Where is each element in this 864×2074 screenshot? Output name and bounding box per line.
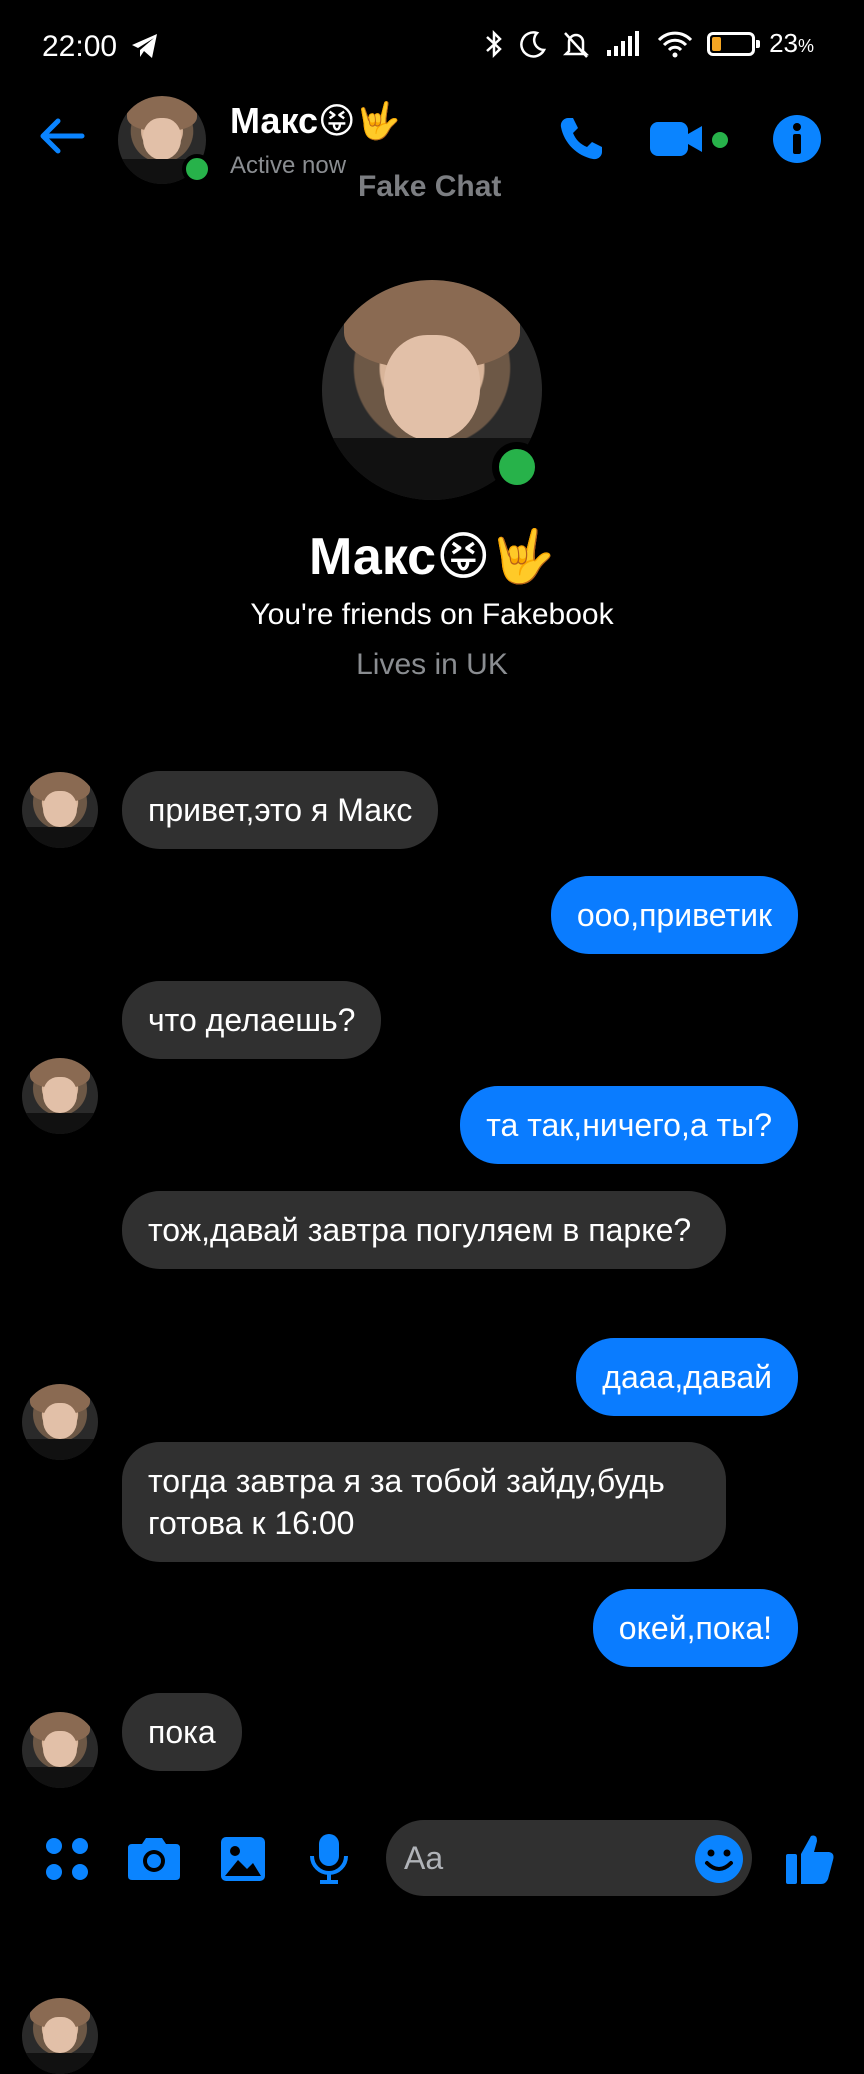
profile-friends-text: You're friends on Fakebook (250, 598, 614, 631)
video-call-icon[interactable] (648, 116, 708, 167)
message-bubble-outgoing[interactable]: ооо,приветик (550, 876, 798, 954)
battery-percent: 23 (769, 28, 798, 58)
header-contact-name[interactable]: Макс😝🤟 (230, 100, 400, 142)
bell-off-icon (563, 31, 590, 58)
online-indicator (182, 154, 212, 184)
video-online-dot (712, 132, 728, 148)
battery-icon (707, 31, 761, 56)
message-avatar (22, 1998, 98, 2074)
profile-avatar[interactable] (322, 280, 542, 500)
status-icons: 23% (483, 28, 814, 59)
moon-icon (520, 30, 547, 58)
message-bubble-incoming[interactable]: привет,это я Макс (122, 771, 439, 849)
microphone-icon[interactable] (308, 1832, 350, 1891)
message-avatar (22, 1058, 98, 1134)
phone-icon[interactable] (556, 114, 606, 169)
profile-name: Макс😝🤟 (308, 528, 556, 586)
message-bubble-incoming[interactable]: что делаешь? (122, 981, 382, 1059)
like-icon[interactable] (784, 1832, 836, 1891)
message-bubble-outgoing[interactable]: дааа,давай (576, 1338, 798, 1416)
message-bubble-incoming[interactable]: тогда завтра я за тобой зайду,будь готов… (122, 1442, 726, 1562)
telegram-icon (130, 32, 160, 65)
message-avatar (22, 1712, 98, 1788)
watermark: Fake Chat (358, 170, 502, 203)
back-arrow-icon[interactable] (36, 110, 88, 162)
apps-grid-icon[interactable] (44, 1836, 90, 1887)
bluetooth-icon (486, 29, 502, 58)
emoji-icon[interactable] (694, 1834, 744, 1889)
message-bubble-outgoing[interactable]: окей,пока! (592, 1589, 798, 1667)
header-avatar[interactable] (118, 96, 212, 184)
message-bubble-outgoing[interactable]: та так,ничего,а ты? (460, 1086, 798, 1164)
status-time: 22:00 (42, 30, 118, 63)
info-icon[interactable] (772, 114, 822, 169)
message-avatar (22, 1384, 98, 1460)
profile-online-indicator (492, 442, 542, 492)
profile-lives-text: Lives in UK (356, 648, 508, 681)
battery-percent-symbol: % (797, 36, 814, 56)
message-avatar (22, 772, 98, 848)
camera-icon[interactable] (126, 1834, 182, 1887)
header-active-status: Active now (230, 152, 347, 179)
message-bubble-incoming[interactable]: пока (122, 1693, 242, 1771)
wifi-icon (657, 31, 693, 57)
message-input-placeholder: Aa (404, 1840, 444, 1876)
message-bubble-incoming[interactable]: тож,давай завтра погуляем в парке? (122, 1191, 726, 1269)
gallery-icon[interactable] (220, 1836, 266, 1887)
signal-icon (607, 30, 640, 56)
